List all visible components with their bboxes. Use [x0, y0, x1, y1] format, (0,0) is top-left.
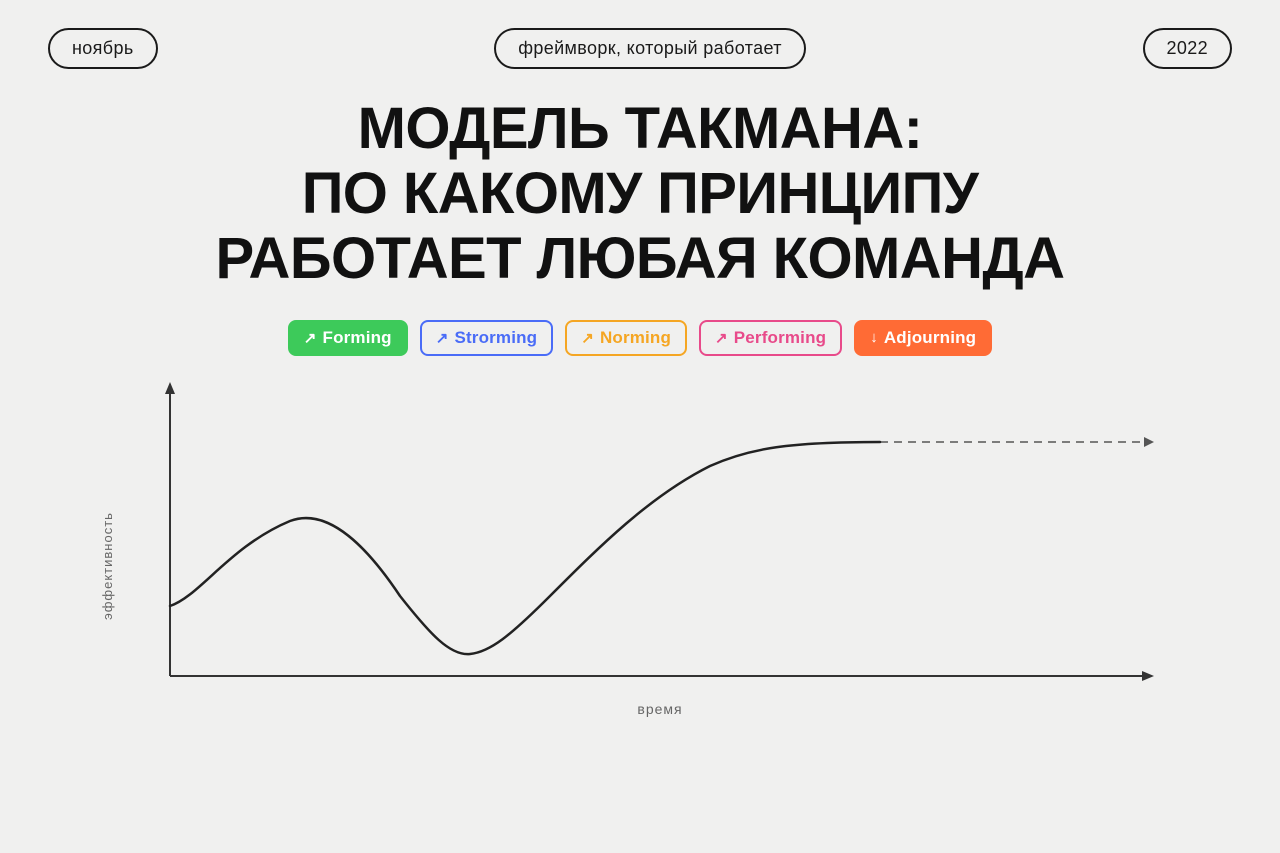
stage-adjourning: ↓ Adjourning — [854, 320, 992, 356]
adjourning-arrow-icon: ↓ — [870, 329, 878, 346]
stage-norming: ↗ Norming — [565, 320, 687, 356]
storming-arrow-icon: ↗ — [436, 329, 449, 347]
stage-storming: ↗ Strorming — [420, 320, 554, 356]
stage-forming: ↗ Forming — [288, 320, 408, 356]
svg-text:эффективность: эффективность — [100, 512, 115, 620]
chart-container: эффективность время — [90, 366, 1190, 736]
forming-label: Forming — [323, 328, 392, 348]
center-badge: фреймворк, который работает — [494, 28, 806, 69]
svg-text:время: время — [637, 701, 682, 717]
header-row: ноябрь фреймворк, который работает 2022 — [0, 0, 1280, 69]
title-section: МОДЕЛЬ ТАКМАНА: ПО КАКОМУ ПРИНЦИПУ РАБОТ… — [216, 97, 1065, 292]
stage-performing: ↗ Performing — [699, 320, 842, 356]
performing-arrow-icon: ↗ — [715, 329, 728, 347]
storming-label: Strorming — [454, 328, 537, 348]
year-badge: 2022 — [1143, 28, 1232, 69]
adjourning-label: Adjourning — [884, 328, 976, 348]
title-line1: МОДЕЛЬ ТАКМАНА: ПО КАКОМУ ПРИНЦИПУ РАБОТ… — [216, 97, 1065, 292]
month-badge: ноябрь — [48, 28, 158, 69]
chart-svg: эффективность время — [90, 366, 1190, 736]
norming-arrow-icon: ↗ — [581, 329, 594, 347]
performing-label: Performing — [734, 328, 826, 348]
forming-arrow-icon: ↗ — [304, 329, 317, 347]
page-container: ноябрь фреймворк, который работает 2022 … — [0, 0, 1280, 853]
norming-label: Norming — [600, 328, 671, 348]
stages-row: ↗ Forming ↗ Strorming ↗ Norming ↗ Perfor… — [288, 320, 992, 356]
